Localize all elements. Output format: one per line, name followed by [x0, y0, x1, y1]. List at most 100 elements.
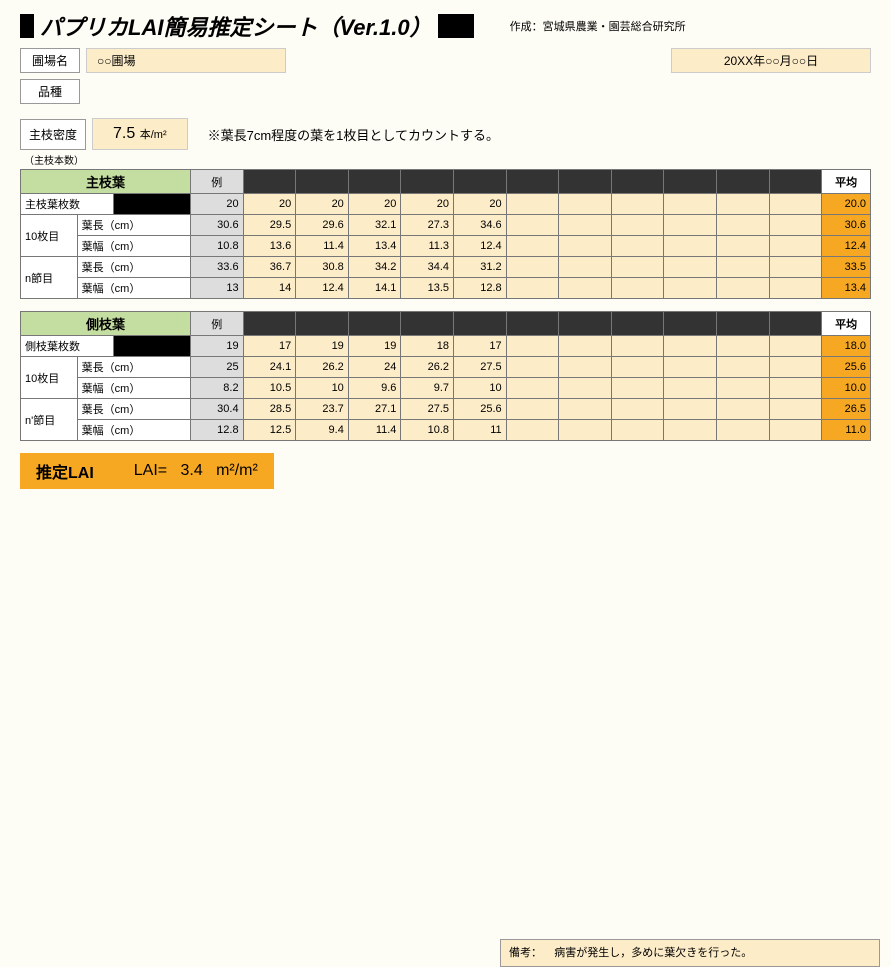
measure-cell[interactable] — [506, 399, 559, 420]
count-cell[interactable] — [717, 336, 770, 357]
measure-cell[interactable] — [717, 357, 770, 378]
count-cell[interactable] — [559, 194, 612, 215]
measure-cell[interactable]: 27.1 — [348, 399, 401, 420]
measure-cell[interactable]: 10 — [454, 378, 507, 399]
measure-cell[interactable]: 32.1 — [348, 215, 401, 236]
density-value[interactable]: 7.5 本/m² — [92, 118, 188, 150]
remark-box[interactable]: 備考： 病害が発生し，多めに葉欠きを行った。 — [500, 939, 880, 967]
measure-cell[interactable]: 11.4 — [348, 420, 401, 441]
measure-cell[interactable]: 9.7 — [401, 378, 454, 399]
measure-cell[interactable] — [611, 399, 664, 420]
count-cell[interactable] — [717, 194, 770, 215]
measure-cell[interactable]: 11.3 — [401, 236, 454, 257]
count-cell[interactable] — [611, 194, 664, 215]
measure-cell[interactable]: 34.2 — [348, 257, 401, 278]
measure-cell[interactable] — [611, 378, 664, 399]
measure-cell[interactable]: 27.3 — [401, 215, 454, 236]
measure-cell[interactable]: 34.4 — [401, 257, 454, 278]
measure-cell[interactable]: 13.4 — [348, 236, 401, 257]
measure-cell[interactable] — [769, 236, 822, 257]
measure-cell[interactable] — [664, 378, 717, 399]
measure-cell[interactable] — [717, 420, 770, 441]
measure-cell[interactable]: 9.6 — [348, 378, 401, 399]
measure-cell[interactable] — [717, 399, 770, 420]
measure-cell[interactable]: 24 — [348, 357, 401, 378]
measure-cell[interactable] — [664, 215, 717, 236]
measure-cell[interactable]: 25.6 — [454, 399, 507, 420]
count-cell[interactable]: 17 — [454, 336, 507, 357]
measure-cell[interactable] — [559, 399, 612, 420]
measure-cell[interactable] — [769, 399, 822, 420]
measure-cell[interactable]: 10.8 — [401, 420, 454, 441]
measure-cell[interactable] — [506, 236, 559, 257]
count-cell[interactable] — [559, 336, 612, 357]
count-cell[interactable]: 17 — [243, 336, 296, 357]
measure-cell[interactable]: 28.5 — [243, 399, 296, 420]
count-cell[interactable]: 19 — [296, 336, 349, 357]
measure-cell[interactable] — [611, 420, 664, 441]
count-cell[interactable]: 19 — [348, 336, 401, 357]
count-cell[interactable] — [769, 336, 822, 357]
count-cell[interactable] — [506, 194, 559, 215]
measure-cell[interactable] — [717, 236, 770, 257]
measure-cell[interactable] — [664, 399, 717, 420]
measure-cell[interactable]: 29.5 — [243, 215, 296, 236]
measure-cell[interactable] — [559, 236, 612, 257]
measure-cell[interactable]: 12.4 — [296, 278, 349, 299]
count-cell[interactable]: 20 — [296, 194, 349, 215]
measure-cell[interactable]: 26.2 — [401, 357, 454, 378]
measure-cell[interactable]: 29.6 — [296, 215, 349, 236]
measure-cell[interactable] — [664, 236, 717, 257]
count-cell[interactable]: 20 — [454, 194, 507, 215]
measure-cell[interactable] — [717, 215, 770, 236]
count-cell[interactable]: 20 — [401, 194, 454, 215]
measure-cell[interactable] — [769, 420, 822, 441]
measure-cell[interactable] — [506, 215, 559, 236]
field-value[interactable]: ○○圃場 — [86, 48, 286, 73]
measure-cell[interactable]: 30.8 — [296, 257, 349, 278]
measure-cell[interactable] — [559, 378, 612, 399]
measure-cell[interactable]: 23.7 — [296, 399, 349, 420]
measure-cell[interactable] — [769, 357, 822, 378]
measure-cell[interactable] — [664, 420, 717, 441]
measure-cell[interactable] — [611, 215, 664, 236]
measure-cell[interactable] — [506, 278, 559, 299]
measure-cell[interactable] — [769, 257, 822, 278]
count-cell[interactable] — [769, 194, 822, 215]
measure-cell[interactable]: 12.5 — [243, 420, 296, 441]
measure-cell[interactable] — [506, 378, 559, 399]
measure-cell[interactable]: 10.5 — [243, 378, 296, 399]
measure-cell[interactable] — [611, 357, 664, 378]
measure-cell[interactable]: 36.7 — [243, 257, 296, 278]
measure-cell[interactable]: 12.4 — [454, 236, 507, 257]
measure-cell[interactable] — [611, 236, 664, 257]
measure-cell[interactable] — [611, 257, 664, 278]
measure-cell[interactable]: 34.6 — [454, 215, 507, 236]
measure-cell[interactable] — [769, 215, 822, 236]
count-cell[interactable] — [611, 336, 664, 357]
measure-cell[interactable] — [717, 257, 770, 278]
measure-cell[interactable] — [559, 278, 612, 299]
measure-cell[interactable]: 9.4 — [296, 420, 349, 441]
measure-cell[interactable]: 27.5 — [401, 399, 454, 420]
measure-cell[interactable] — [769, 378, 822, 399]
measure-cell[interactable]: 31.2 — [454, 257, 507, 278]
measure-cell[interactable] — [664, 357, 717, 378]
count-cell[interactable] — [664, 194, 717, 215]
measure-cell[interactable]: 12.8 — [454, 278, 507, 299]
measure-cell[interactable]: 10 — [296, 378, 349, 399]
measure-cell[interactable]: 13.6 — [243, 236, 296, 257]
measure-cell[interactable] — [664, 257, 717, 278]
measure-cell[interactable] — [506, 357, 559, 378]
measure-cell[interactable] — [611, 278, 664, 299]
measure-cell[interactable] — [717, 378, 770, 399]
measure-cell[interactable]: 13.5 — [401, 278, 454, 299]
count-cell[interactable] — [664, 336, 717, 357]
measure-cell[interactable] — [506, 257, 559, 278]
measure-cell[interactable] — [769, 278, 822, 299]
measure-cell[interactable] — [506, 420, 559, 441]
measure-cell[interactable]: 14.1 — [348, 278, 401, 299]
count-cell[interactable] — [506, 336, 559, 357]
measure-cell[interactable]: 26.2 — [296, 357, 349, 378]
measure-cell[interactable]: 11.4 — [296, 236, 349, 257]
